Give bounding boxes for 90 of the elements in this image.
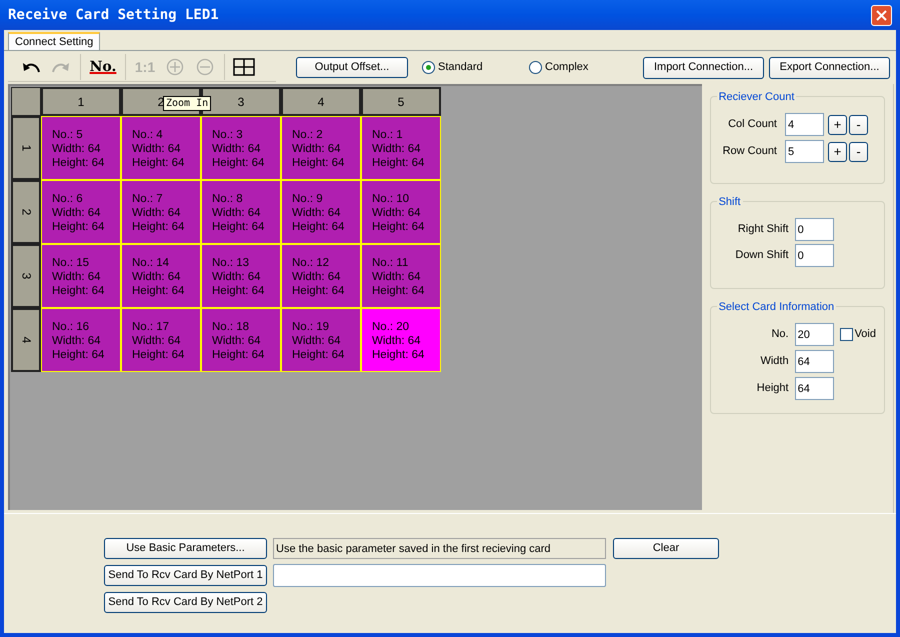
show-numbers-button[interactable]: No. xyxy=(85,53,121,81)
receiver-card[interactable]: No.: 4 Width: 64 Height: 64 xyxy=(121,116,201,180)
card-details: No.: 5 Width: 64 Height: 64 xyxy=(52,128,106,170)
increment-button[interactable]: + xyxy=(828,114,847,134)
receiver-card[interactable]: No.: 10 Width: 64 Height: 64 xyxy=(361,180,441,244)
receiver-card[interactable]: No.: 17 Width: 64 Height: 64 xyxy=(121,308,201,372)
field-label: Col Count xyxy=(728,117,777,132)
column-header: 1 xyxy=(41,87,121,116)
card-details: No.: 7 Width: 64 Height: 64 xyxy=(132,192,186,234)
card-details: No.: 20 Width: 64 Height: 64 xyxy=(372,320,426,362)
receiver-card[interactable]: No.: 2 Width: 64 Height: 64 xyxy=(281,116,361,180)
receiver-card[interactable]: No.: 11 Width: 64 Height: 64 xyxy=(361,244,441,308)
receiver-card[interactable]: No.: 3 Width: 64 Height: 64 xyxy=(201,116,281,180)
row-header: 4 xyxy=(11,308,41,372)
card-details: No.: 16 Width: 64 Height: 64 xyxy=(52,320,106,362)
decrement-button[interactable]: - xyxy=(849,142,868,162)
card-details: No.: 2 Width: 64 Height: 64 xyxy=(292,128,346,170)
field-label: No. xyxy=(770,327,789,342)
card-details: No.: 14 Width: 64 Height: 64 xyxy=(132,256,186,298)
checkbox[interactable] xyxy=(840,328,853,341)
zoom-out-icon xyxy=(196,58,214,76)
receiver-card[interactable]: No.: 7 Width: 64 Height: 64 xyxy=(121,180,201,244)
receiver-card[interactable]: No.: 20 Width: 64 Height: 64 xyxy=(361,308,441,372)
receiver-card[interactable]: No.: 19 Width: 64 Height: 64 xyxy=(281,308,361,372)
radio-button[interactable] xyxy=(422,61,435,74)
zoom-in-icon xyxy=(166,58,184,76)
card-details: No.: 8 Width: 64 Height: 64 xyxy=(212,192,266,234)
number-field[interactable]: 64 xyxy=(794,350,834,373)
radio-option[interactable]: Standard xyxy=(422,59,529,76)
message-field[interactable] xyxy=(273,564,606,587)
void-option[interactable]: Void xyxy=(840,326,876,343)
grid-icon xyxy=(233,58,255,76)
card-details: No.: 10 Width: 64 Height: 64 xyxy=(372,192,426,234)
row-header: 2 xyxy=(11,180,41,244)
tab[interactable]: Connect Setting xyxy=(8,32,100,50)
card-details: No.: 18 Width: 64 Height: 64 xyxy=(212,320,266,362)
tooltip: Zoom In xyxy=(163,96,212,111)
column-header: 5 xyxy=(361,87,441,116)
number-field[interactable]: 5 xyxy=(785,140,824,163)
receiver-card[interactable]: No.: 1 Width: 64 Height: 64 xyxy=(361,116,441,180)
number-field[interactable]: 20 xyxy=(794,323,834,346)
increment-button[interactable]: + xyxy=(828,142,847,162)
field-label: Row Count xyxy=(722,144,777,160)
card-details: No.: 4 Width: 64 Height: 64 xyxy=(132,128,186,170)
receiver-card[interactable]: No.: 8 Width: 64 Height: 64 xyxy=(201,180,281,244)
receiver-card[interactable]: No.: 16 Width: 64 Height: 64 xyxy=(41,308,121,372)
receiver-card[interactable]: No.: 6 Width: 64 Height: 64 xyxy=(41,180,121,244)
clear-button[interactable]: Clear xyxy=(613,538,719,559)
receiver-card[interactable]: No.: 14 Width: 64 Height: 64 xyxy=(121,244,201,308)
status-message: Use the basic parameter saved in the first recieving card xyxy=(273,538,606,559)
field-label: Down Shift xyxy=(734,248,789,264)
card-details: No.: 1 Width: 64 Height: 64 xyxy=(372,128,426,170)
close-button[interactable] xyxy=(871,4,892,26)
column-header: 4 xyxy=(281,87,361,116)
card-details: No.: 19 Width: 64 Height: 64 xyxy=(292,320,346,362)
number-field[interactable]: 4 xyxy=(785,113,824,136)
card-details: No.: 6 Width: 64 Height: 64 xyxy=(52,192,106,234)
field-label: Right Shift xyxy=(736,222,789,238)
receiver-card[interactable]: No.: 18 Width: 64 Height: 64 xyxy=(201,308,281,372)
close-icon xyxy=(876,10,887,20)
receiver-card[interactable]: No.: 5 Width: 64 Height: 64 xyxy=(41,116,121,180)
import-connection-button[interactable]: Import Connection... xyxy=(643,56,764,78)
card-details: No.: 17 Width: 64 Height: 64 xyxy=(132,320,186,362)
receiver-card[interactable]: No.: 9 Width: 64 Height: 64 xyxy=(281,180,361,244)
number-field[interactable]: 0 xyxy=(794,218,834,241)
window-title: Receive Card Setting LED1 xyxy=(8,6,219,24)
row-header: 1 xyxy=(11,116,41,180)
row-header: 3 xyxy=(11,244,41,308)
use-basic-parameters-button[interactable]: Use Basic Parameters... xyxy=(104,538,267,559)
receiver-card[interactable]: No.: 13 Width: 64 Height: 64 xyxy=(201,244,281,308)
card-details: No.: 12 Width: 64 Height: 64 xyxy=(292,256,346,298)
receiver-card[interactable]: No.: 15 Width: 64 Height: 64 xyxy=(41,244,121,308)
corner-cell xyxy=(11,87,41,116)
card-details: No.: 3 Width: 64 Height: 64 xyxy=(212,128,266,170)
card-details: No.: 11 Width: 64 Height: 64 xyxy=(372,256,426,298)
radio-button[interactable] xyxy=(529,61,542,74)
number-field[interactable]: 0 xyxy=(794,244,834,267)
card-details: No.: 9 Width: 64 Height: 64 xyxy=(292,192,346,234)
radio-option[interactable]: Complex xyxy=(529,59,643,76)
card-details: No.: 13 Width: 64 Height: 64 xyxy=(212,256,266,298)
send-button[interactable]: Send To Rcv Card By NetPort 2 xyxy=(104,592,267,613)
number-field[interactable]: 64 xyxy=(794,377,834,400)
field-label: Width xyxy=(759,354,789,370)
field-label: Height xyxy=(756,381,789,396)
export-connection-button[interactable]: Export Connection... xyxy=(769,56,890,78)
receiver-card[interactable]: No.: 12 Width: 64 Height: 64 xyxy=(281,244,361,308)
output-offset-button[interactable]: Output Offset... xyxy=(296,57,408,78)
send-button[interactable]: Send To Rcv Card By NetPort 1 xyxy=(104,565,267,586)
decrement-button[interactable]: - xyxy=(849,114,868,134)
card-details: No.: 15 Width: 64 Height: 64 xyxy=(52,256,106,298)
